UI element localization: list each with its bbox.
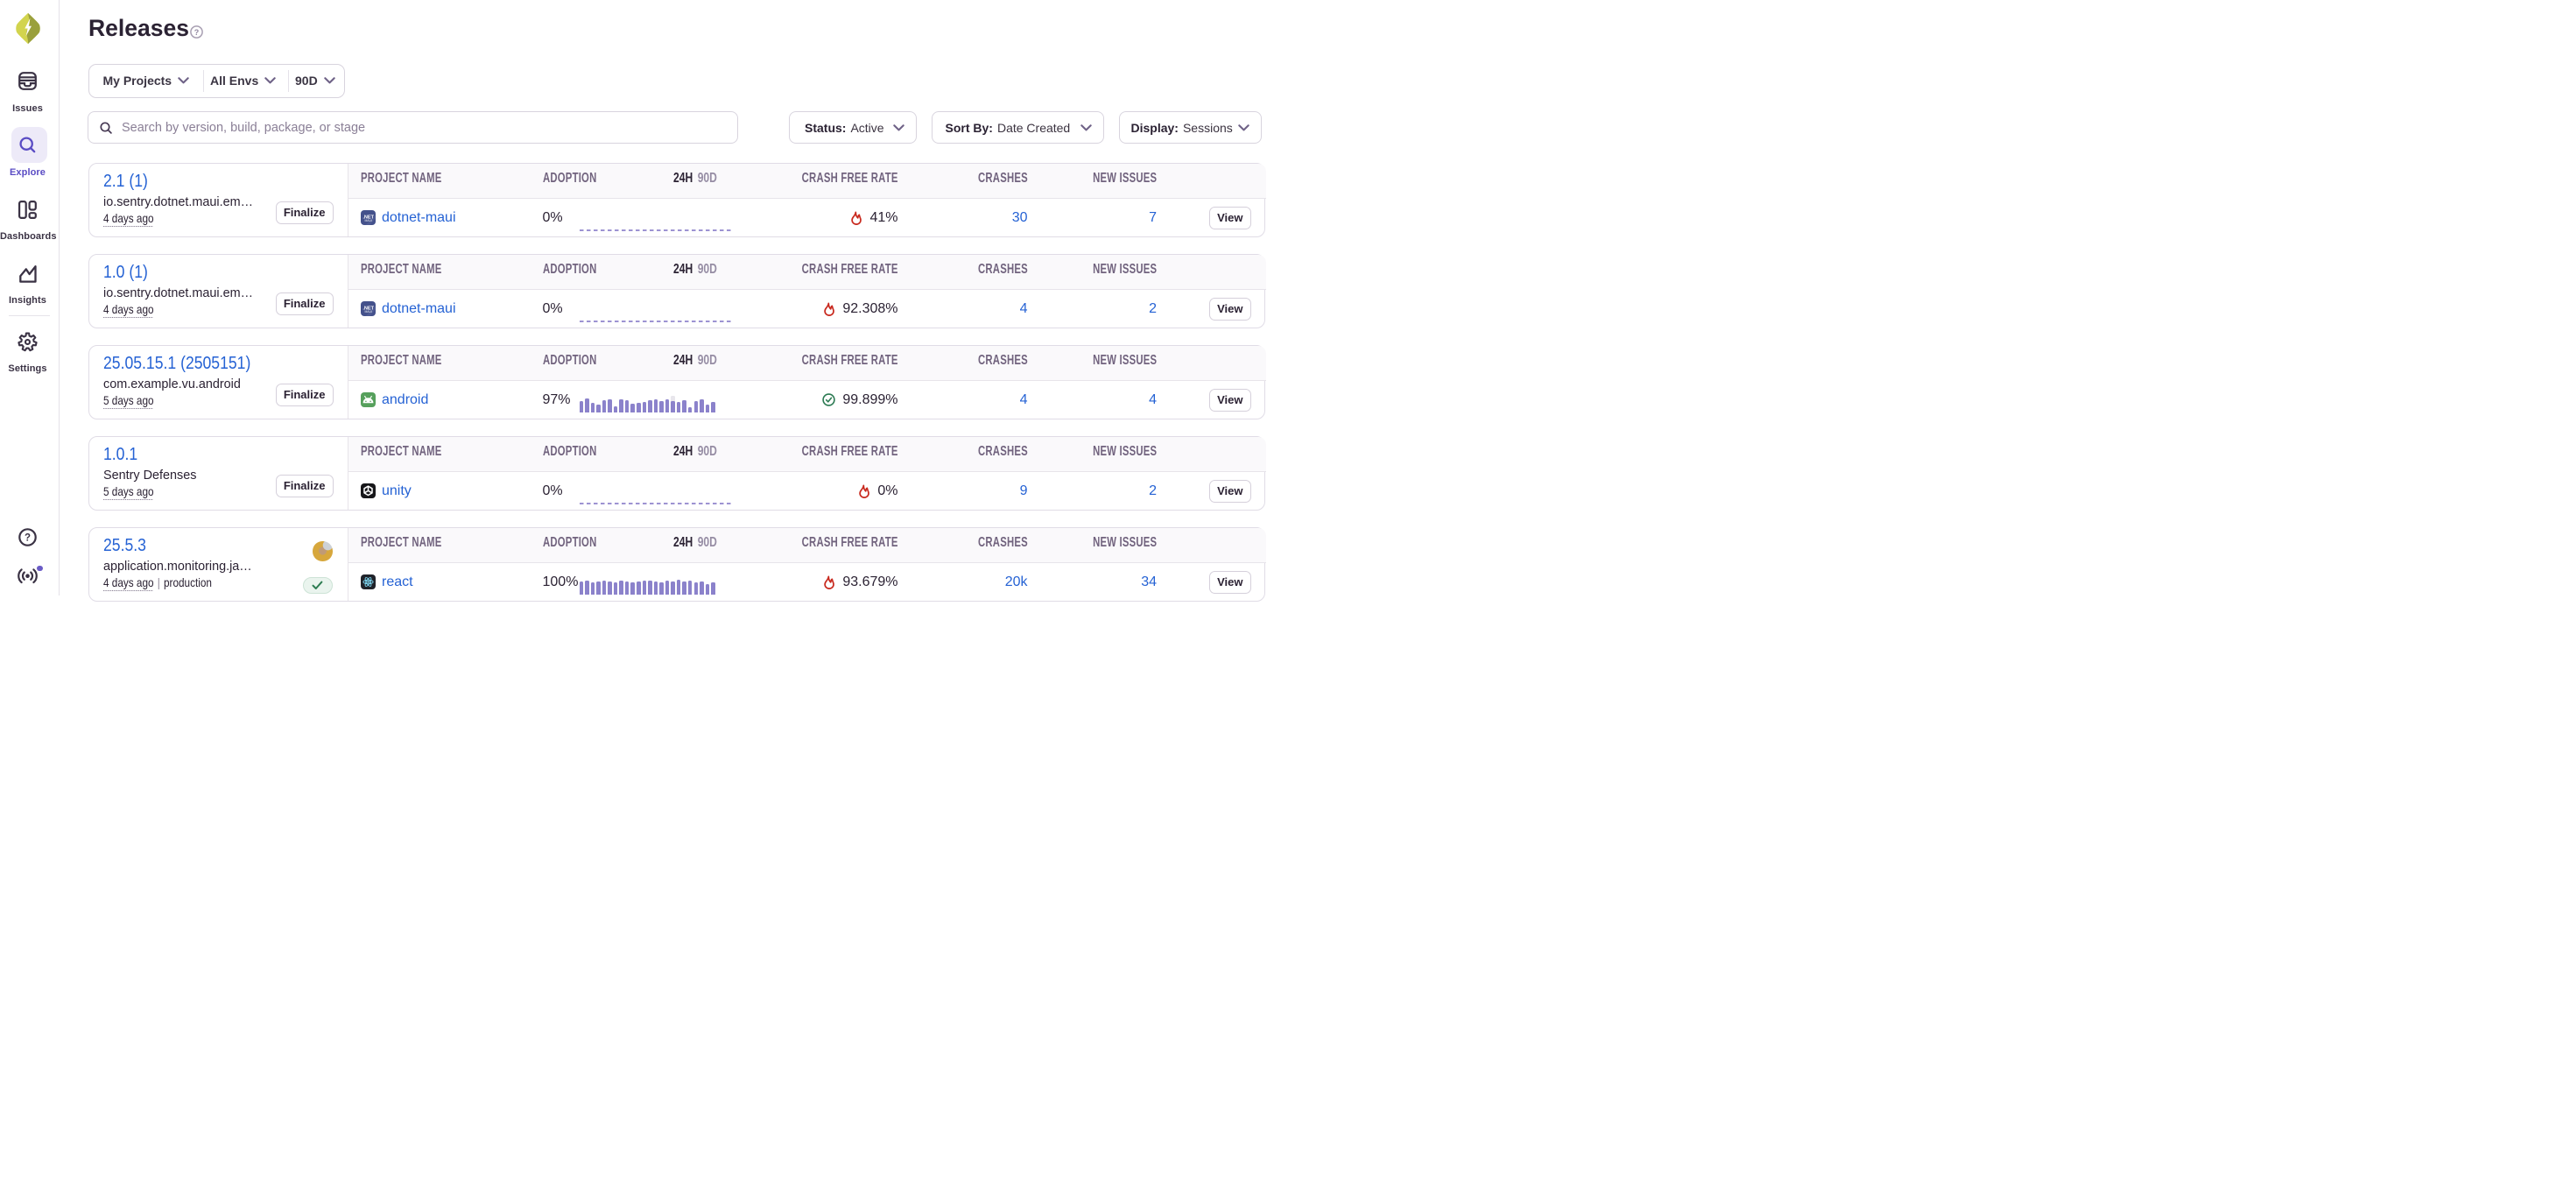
- svg-text:?: ?: [194, 27, 200, 36]
- svg-text:MAUI: MAUI: [364, 219, 372, 222]
- svg-text:MAUI: MAUI: [364, 310, 372, 314]
- svg-text:?: ?: [25, 533, 31, 544]
